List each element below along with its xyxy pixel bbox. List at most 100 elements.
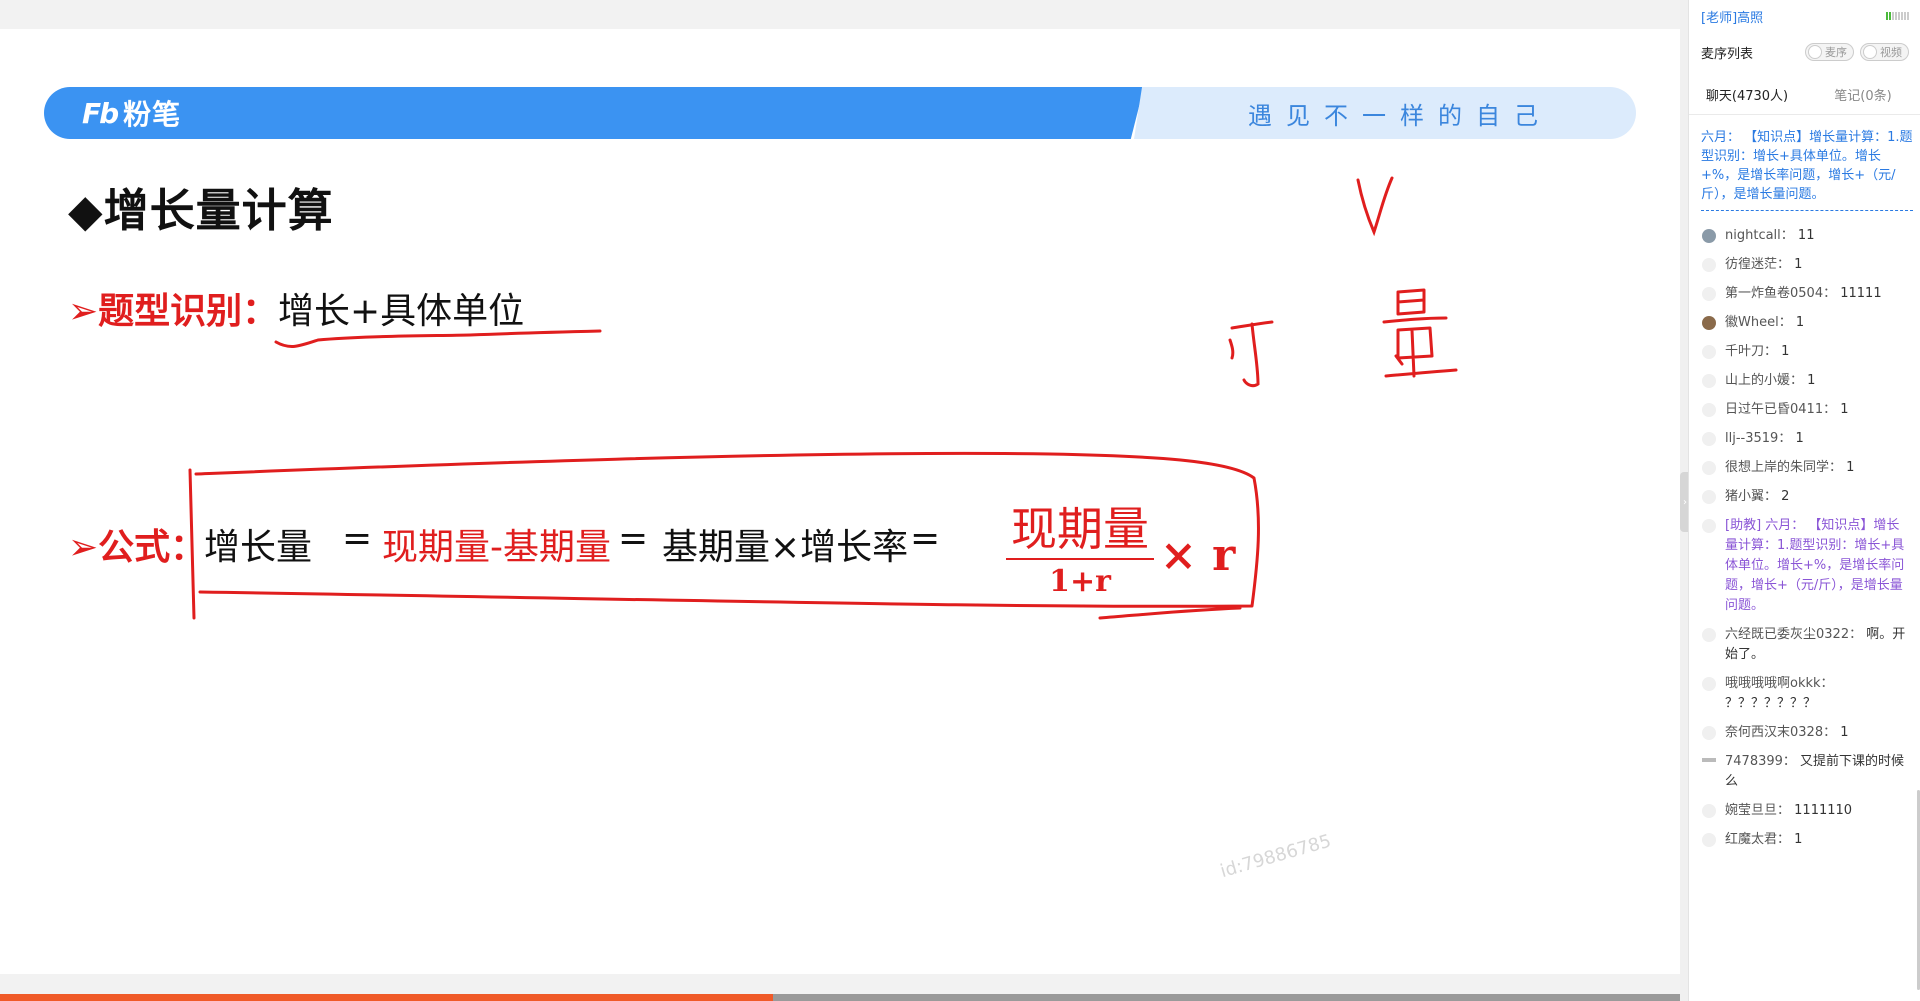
slide-canvas	[0, 29, 1680, 974]
chat-username[interactable]: 7478399	[1725, 754, 1783, 769]
chat-username[interactable]: 彷徨迷茫	[1725, 257, 1777, 272]
tab-notes[interactable]: 笔记(0条)	[1805, 80, 1920, 114]
fenbi-logo: Fb 粉笔	[82, 95, 182, 132]
avatar	[1702, 316, 1716, 330]
chat-username[interactable]: 哦哦哦哦啊okkk	[1725, 676, 1821, 691]
chat-username[interactable]: 山上的小媛	[1725, 373, 1790, 388]
chat-separator: ：	[1823, 402, 1841, 417]
chat-message: 7478399： 又提前下课的时候么	[1689, 752, 1920, 792]
chat-message: 徽Wheel： 1	[1689, 313, 1920, 333]
chat-separator: ：	[1778, 315, 1796, 330]
chat-username[interactable]: 千叶刀	[1725, 344, 1764, 359]
chat-message-list[interactable]: nightcall： 11 彷徨迷茫： 1 第一炸鱼卷0504： 11111 徽Whe…	[1689, 226, 1920, 859]
avatar	[1702, 519, 1716, 533]
mic-queue-toggle[interactable]: 麦序	[1805, 43, 1854, 61]
courseware-slide: Fb 粉笔 遇见不一样的自己 ◆增长量计算 ➢题型识别： 增长+具体单位 ➢公式…	[0, 0, 1680, 1001]
chat-message: 猪小翼： 2	[1689, 487, 1920, 507]
chat-separator: ：	[1777, 832, 1795, 847]
chat-username[interactable]: 婉莹旦旦	[1725, 803, 1777, 818]
chat-username[interactable]: 奈何西汉末0328	[1725, 725, 1823, 740]
avatar	[1702, 229, 1716, 243]
chat-message: 山上的小媛： 1	[1689, 371, 1920, 391]
chat-message: 婉莹旦旦： 1111110	[1689, 801, 1920, 821]
chat-separator: ：	[1777, 803, 1795, 818]
chat-message: 红魔太君： 1	[1689, 830, 1920, 850]
avatar	[1702, 677, 1716, 691]
chat-message: 奈何西汉末0328： 1	[1689, 723, 1920, 743]
chat-username[interactable]: llj--3519	[1725, 431, 1778, 446]
chat-username[interactable]: 日过午已昏0411	[1725, 402, 1823, 417]
chat-username[interactable]: 红魔太君	[1725, 832, 1777, 847]
chat-message: llj--3519： 1	[1689, 429, 1920, 449]
fraction-numerator: 现期量	[1011, 502, 1149, 556]
avatar	[1702, 403, 1716, 417]
avatar	[1702, 628, 1716, 642]
chat-text: 1	[1846, 460, 1855, 475]
chat-message: 哦哦哦哦啊okkk： ？？？？？？？	[1689, 674, 1920, 714]
video-toggle[interactable]: 视频	[1860, 43, 1909, 61]
playback-progress-bar[interactable]	[0, 994, 1680, 1001]
avatar	[1702, 833, 1716, 847]
chat-text: 1111110	[1794, 803, 1853, 818]
chat-separator: ：	[1790, 373, 1808, 388]
tab-chat[interactable]: 聊天(4730人)	[1689, 80, 1805, 114]
chat-text: 1	[1795, 315, 1805, 330]
chat-separator: ：	[1764, 344, 1782, 359]
avatar	[1702, 374, 1716, 388]
mic-toggle-label: 麦序	[1825, 46, 1847, 59]
chat-text: 1	[1840, 402, 1849, 417]
chat-message: 日过午已昏0411： 1	[1689, 400, 1920, 420]
chat-username[interactable]: [助教] 六月	[1725, 518, 1791, 533]
chat-username[interactable]: 徽Wheel	[1725, 315, 1779, 330]
logo-mark: Fb	[82, 96, 119, 130]
avatar	[1702, 490, 1716, 504]
question-type-label: ➢题型识别：	[68, 291, 279, 332]
fraction-bar	[1006, 558, 1154, 560]
chat-separator: ：	[1823, 725, 1841, 740]
formula-equals-3: =	[910, 518, 941, 559]
chat-text: 11111	[1840, 286, 1882, 301]
chat-text: 1	[1795, 431, 1804, 446]
toggle-knob	[1863, 45, 1877, 59]
video-toggle-label: 视频	[1880, 46, 1902, 59]
chat-separator: ：	[1780, 228, 1798, 243]
avatar	[1702, 258, 1716, 272]
logo-text: 粉笔	[123, 98, 182, 131]
avatar	[1702, 804, 1716, 818]
chat-text: 1	[1781, 344, 1790, 359]
chat-message: 第一炸鱼卷0504： 11111	[1689, 284, 1920, 304]
chat-separator: ：	[1782, 754, 1801, 769]
slide-title: ◆增长量计算	[68, 184, 334, 237]
avatar	[1702, 758, 1716, 762]
chat-text: 1	[1807, 373, 1816, 388]
slogan-text: 遇见不一样的自己	[1248, 102, 1552, 130]
signal-strength-icon	[1886, 12, 1909, 20]
avatar	[1702, 461, 1716, 475]
formula-product: 基期量×增长率	[662, 527, 909, 568]
chat-separator: ：	[1791, 518, 1809, 533]
chat-message: nightcall： 11	[1689, 226, 1920, 246]
chat-message: [助教] 六月： 【知识点】增长量计算：1.题型识别：增长+具体单位。增长+%，…	[1689, 516, 1920, 616]
chat-username[interactable]: nightcall	[1725, 228, 1781, 243]
chat-text: 11	[1797, 228, 1815, 243]
avatar	[1702, 345, 1716, 359]
chat-username[interactable]: 很想上岸的朱同学	[1725, 460, 1829, 475]
pinned-notice: 六月： 【知识点】增长量计算：1.题型识别：增长+具体单位。增长+%，是增长率问…	[1701, 128, 1913, 211]
chat-separator: ：	[1820, 676, 1834, 691]
chat-text: 1	[1794, 257, 1803, 272]
chat-separator: ：	[1777, 257, 1795, 272]
chat-message: 很想上岸的朱同学： 1	[1689, 458, 1920, 478]
question-type-text: 增长+具体单位	[278, 291, 525, 332]
chat-username[interactable]: 六经既已委灰尘0322	[1725, 627, 1849, 642]
chat-separator: ：	[1823, 286, 1841, 301]
avatar	[1702, 432, 1716, 446]
chat-username[interactable]: 猪小翼	[1725, 489, 1764, 504]
chat-text: 2	[1781, 489, 1790, 504]
chat-separator: ：	[1849, 627, 1867, 642]
formula-label: ➢公式：	[68, 527, 207, 568]
chat-text: 1	[1840, 725, 1849, 740]
avatar	[1702, 287, 1716, 301]
toggle-knob	[1808, 45, 1822, 59]
chat-username[interactable]: 第一炸鱼卷0504	[1725, 286, 1823, 301]
chat-message: 彷徨迷茫： 1	[1689, 255, 1920, 275]
